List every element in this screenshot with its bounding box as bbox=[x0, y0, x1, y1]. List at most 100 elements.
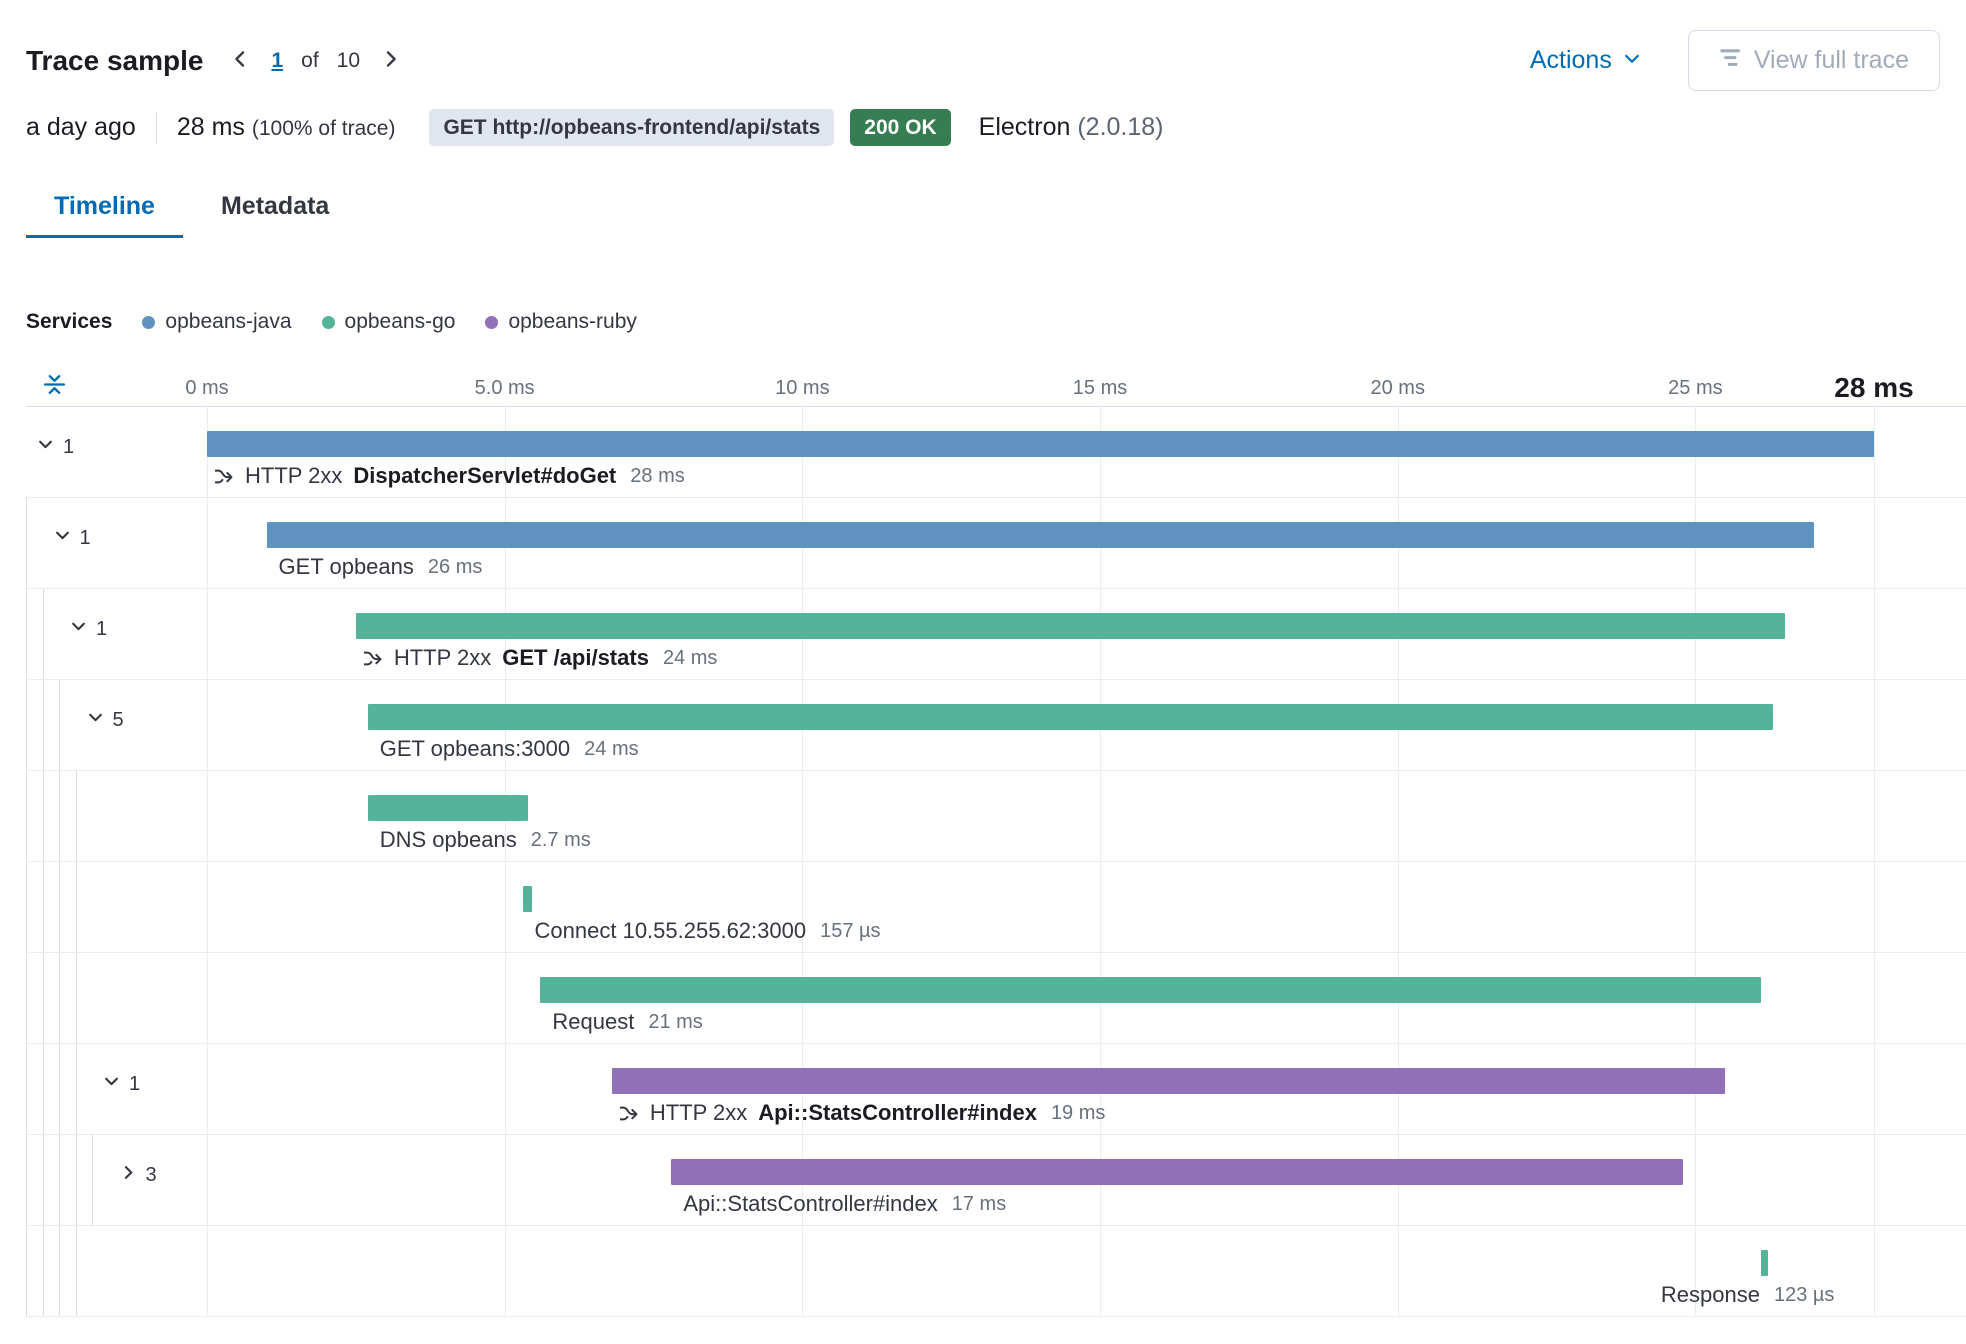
span-duration-bar[interactable] bbox=[523, 886, 532, 912]
span-duration-label: 123 µs bbox=[1774, 1284, 1834, 1307]
waterfall-row[interactable]: 1 GET opbeans26 ms bbox=[26, 498, 1966, 589]
depth-guide-line bbox=[76, 953, 77, 1043]
waterfall-row[interactable]: 3Api::StatsController#index17 ms bbox=[26, 1135, 1966, 1226]
trace-duration: 28 ms bbox=[177, 113, 245, 141]
tab-timeline[interactable]: Timeline bbox=[26, 180, 183, 238]
depth-guide-line bbox=[26, 589, 27, 679]
depth-guide-line bbox=[43, 680, 44, 770]
services-label: Services bbox=[26, 310, 112, 334]
children-count: 1 bbox=[80, 527, 91, 550]
span-duration-bar[interactable] bbox=[207, 431, 1874, 457]
span-label: Request 21 ms bbox=[552, 1009, 702, 1035]
children-count: 1 bbox=[96, 618, 107, 641]
depth-guide-line bbox=[76, 862, 77, 952]
span-duration-bar[interactable] bbox=[612, 1068, 1725, 1094]
request-url-badge: GET http://opbeans-frontend/api/stats bbox=[429, 109, 834, 146]
depth-guide-line bbox=[59, 1135, 60, 1225]
next-trace-button[interactable] bbox=[378, 44, 404, 77]
trace-tabs: Timeline Metadata bbox=[26, 180, 1940, 238]
trace-sample-panel: Trace sample 1 of 10 Actions View full t… bbox=[0, 30, 1966, 1317]
span-label: Api::StatsController#index17 ms bbox=[683, 1191, 1006, 1217]
http-status-prefix: HTTP 2xx bbox=[394, 645, 491, 671]
chevron-down-icon bbox=[1622, 46, 1642, 76]
span-duration-bar[interactable] bbox=[1761, 1250, 1768, 1276]
waterfall-row[interactable]: 1HTTP 2xxGET /api/stats24 ms bbox=[26, 589, 1966, 680]
depth-guide-line bbox=[26, 862, 27, 952]
status-badge: 200 OK bbox=[850, 109, 950, 146]
children-count: 3 bbox=[146, 1164, 157, 1187]
children-count: 5 bbox=[113, 709, 124, 732]
toggle-children-button[interactable]: 3 bbox=[117, 1161, 159, 1190]
agent-version: (2.0.18) bbox=[1077, 113, 1163, 141]
span-duration-bar[interactable] bbox=[267, 522, 1815, 548]
pagination-total: 10 bbox=[337, 49, 360, 73]
axis-tick-label: 25 ms bbox=[1668, 377, 1722, 400]
pagination-of-label: of bbox=[301, 49, 319, 73]
depth-guide-line bbox=[76, 1044, 77, 1134]
services-legend: Services opbeans-javaopbeans-goopbeans-r… bbox=[26, 310, 1940, 334]
trace-age: a day ago bbox=[26, 113, 136, 142]
legend-item-opbeans-go: opbeans-go bbox=[322, 310, 456, 334]
depth-guide-line bbox=[26, 1226, 27, 1316]
depth-guide-line bbox=[43, 862, 44, 952]
collapse-all-button[interactable] bbox=[40, 370, 69, 402]
waterfall-row[interactable]: 5GET opbeans:300024 ms bbox=[26, 680, 1966, 771]
legend-dot bbox=[485, 316, 498, 329]
chevron-down-icon bbox=[53, 526, 72, 551]
depth-guide-line bbox=[43, 771, 44, 861]
span-duration-bar[interactable] bbox=[671, 1159, 1683, 1185]
depth-guide-line bbox=[43, 589, 44, 679]
toggle-children-button[interactable]: 1 bbox=[51, 524, 93, 553]
waterfall-row[interactable]: 1HTTP 2xxApi::StatsController#index19 ms bbox=[26, 1044, 1966, 1135]
depth-guide-line bbox=[26, 771, 27, 861]
span-duration-bar[interactable] bbox=[356, 613, 1785, 639]
waterfall-row[interactable]: Response 123 µs bbox=[26, 1226, 1966, 1317]
waterfall-row[interactable]: DNS opbeans2.7 ms bbox=[26, 771, 1966, 862]
chevron-down-icon bbox=[69, 617, 88, 642]
axis-tick-label: 5.0 ms bbox=[475, 377, 535, 400]
depth-guide-line bbox=[26, 498, 27, 588]
legend-dot bbox=[142, 316, 155, 329]
waterfall-row[interactable]: Connect 10.55.255.62:3000 157 µs bbox=[26, 862, 1966, 953]
view-full-trace-button[interactable]: View full trace bbox=[1688, 30, 1940, 91]
toggle-children-button[interactable]: 1 bbox=[34, 433, 76, 462]
span-label: HTTP 2xxGET /api/stats24 ms bbox=[362, 645, 718, 671]
span-duration-label: 19 ms bbox=[1051, 1102, 1105, 1125]
actions-menu-button[interactable]: Actions bbox=[1524, 45, 1648, 77]
axis-end-tick-label: 28 ms bbox=[1834, 372, 1913, 404]
span-duration-label: 157 µs bbox=[820, 920, 880, 943]
span-name: Response bbox=[1661, 1282, 1760, 1308]
toggle-children-button[interactable]: 1 bbox=[100, 1070, 142, 1099]
legend-dot bbox=[322, 316, 335, 329]
chevron-down-icon bbox=[102, 1072, 121, 1097]
span-duration-bar[interactable] bbox=[368, 795, 529, 821]
page-title: Trace sample bbox=[26, 45, 203, 77]
span-label: GET opbeans26 ms bbox=[279, 554, 483, 580]
trace-duration-group: 28 ms (100% of trace) bbox=[177, 113, 396, 142]
span-name: Request bbox=[552, 1009, 634, 1035]
span-duration-label: 21 ms bbox=[648, 1011, 702, 1034]
span-duration-label: 28 ms bbox=[630, 465, 684, 488]
depth-guide-line bbox=[59, 1226, 60, 1316]
span-name: GET opbeans:3000 bbox=[380, 736, 570, 762]
span-label: HTTP 2xxDispatcherServlet#doGet28 ms bbox=[213, 463, 685, 489]
depth-guide-line bbox=[59, 953, 60, 1043]
span-duration-bar[interactable] bbox=[368, 704, 1773, 730]
toggle-children-button[interactable]: 1 bbox=[67, 615, 109, 644]
toggle-children-button[interactable]: 5 bbox=[84, 706, 126, 735]
agent-info: Electron (2.0.18) bbox=[979, 113, 1164, 142]
waterfall-row[interactable]: Request 21 ms bbox=[26, 953, 1966, 1044]
span-name: Connect 10.55.255.62:3000 bbox=[535, 918, 807, 944]
merge-icon bbox=[362, 648, 383, 669]
depth-guide-line bbox=[43, 1044, 44, 1134]
tab-metadata[interactable]: Metadata bbox=[193, 180, 357, 238]
prev-trace-button[interactable] bbox=[227, 44, 253, 77]
span-name: GET /api/stats bbox=[502, 645, 649, 671]
span-duration-bar[interactable] bbox=[540, 977, 1760, 1003]
waterfall-row[interactable]: 1 HTTP 2xxDispatcherServlet#doGet28 ms bbox=[26, 407, 1966, 498]
depth-guide-line bbox=[92, 1135, 93, 1225]
trace-pagination: 1 of 10 bbox=[227, 44, 404, 77]
current-page-button[interactable]: 1 bbox=[271, 49, 283, 73]
children-count: 1 bbox=[63, 436, 74, 459]
depth-guide-line bbox=[59, 1044, 60, 1134]
